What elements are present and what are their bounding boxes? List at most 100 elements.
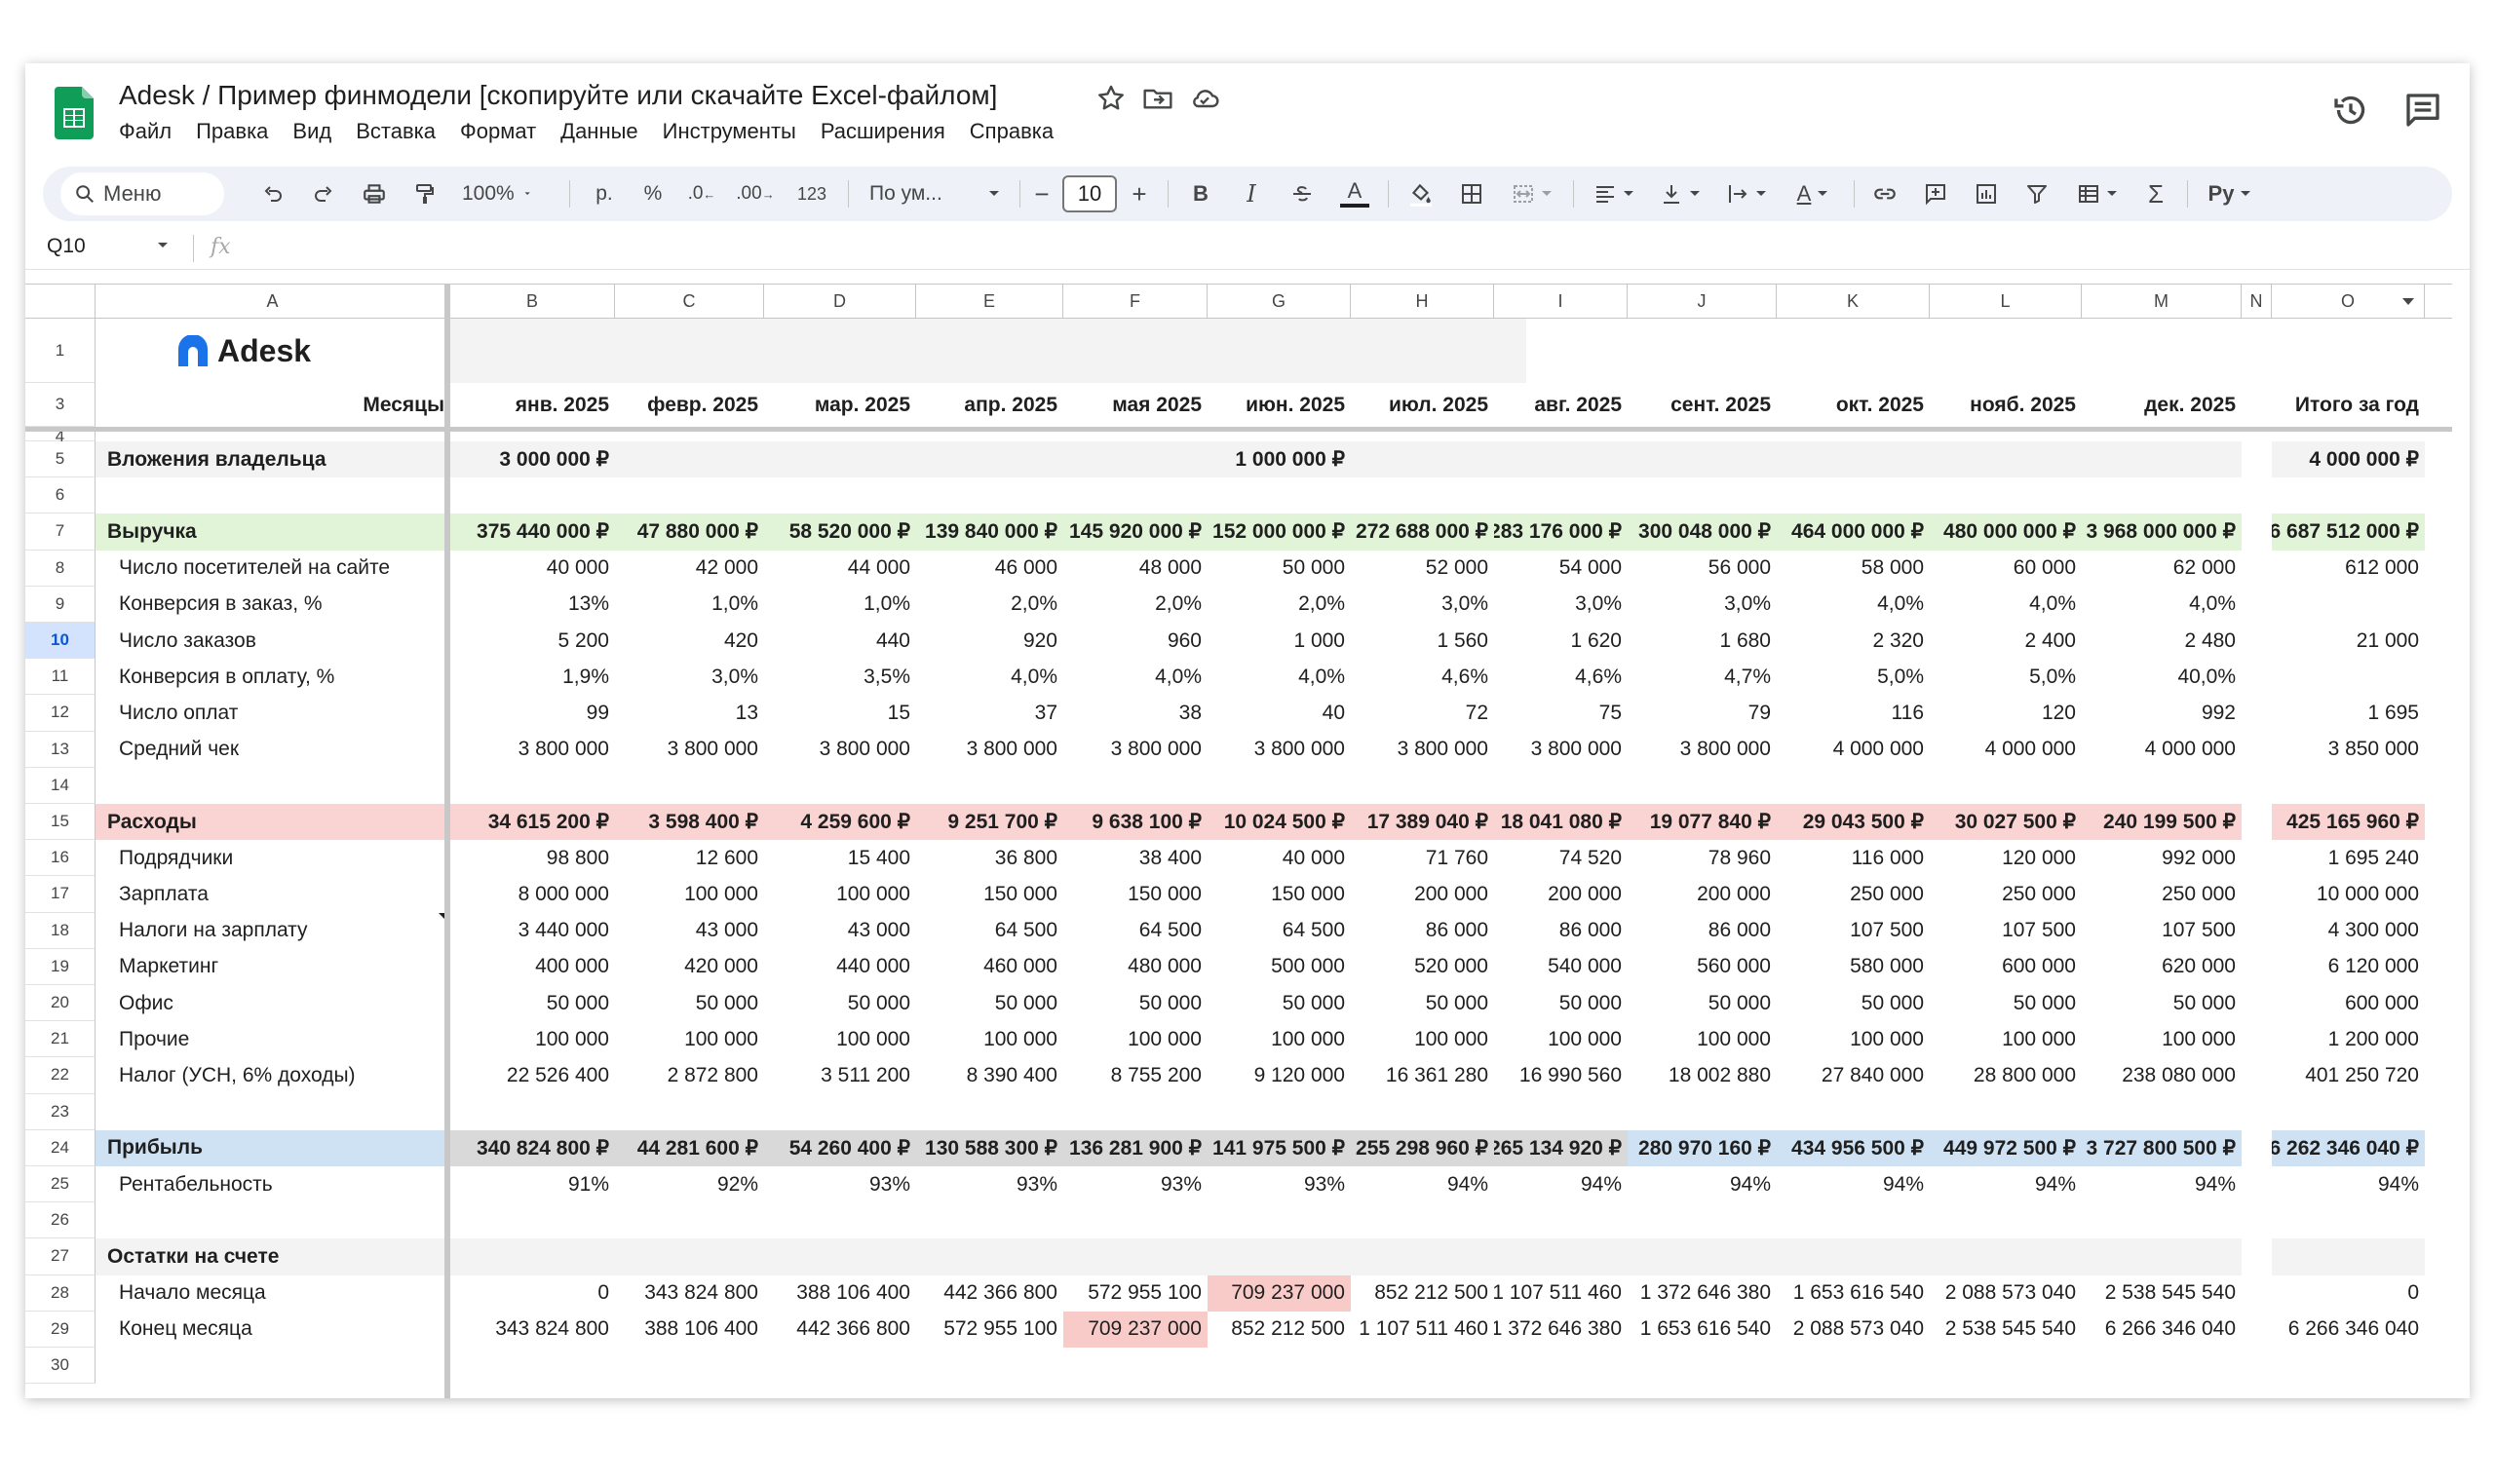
row-label[interactable]: Налог (УСН, 6% доходы) bbox=[96, 1057, 450, 1093]
grid-cell-b19[interactable]: 400 000 bbox=[450, 949, 615, 985]
grid-cell-l8[interactable]: 60 000 bbox=[1930, 551, 2082, 587]
grid-cell-k8[interactable]: 58 000 bbox=[1777, 551, 1930, 587]
column-header-d[interactable]: D bbox=[764, 285, 916, 319]
row-label[interactable]: Вложения владельца bbox=[96, 441, 450, 478]
grid-cell-h8[interactable]: 52 000 bbox=[1351, 551, 1494, 587]
grid-cell-h3[interactable]: июл. 2025 bbox=[1351, 383, 1494, 427]
row-label[interactable]: Месяцы bbox=[96, 383, 450, 427]
grid-cell-m18[interactable]: 107 500 bbox=[2082, 913, 2242, 949]
row-header[interactable]: 15 bbox=[25, 804, 96, 841]
grid-cell-b20[interactable]: 50 000 bbox=[450, 985, 615, 1021]
grid-cell-g24[interactable]: 141 975 500 ₽ bbox=[1208, 1129, 1351, 1166]
select-all-corner[interactable] bbox=[25, 285, 96, 319]
grid-cell-i29[interactable]: 1 372 646 380 bbox=[1494, 1312, 1628, 1348]
grid-cell-n22[interactable] bbox=[2242, 1057, 2272, 1093]
grid-cell-h24[interactable]: 255 298 960 ₽ bbox=[1351, 1129, 1494, 1166]
menu-insert[interactable]: Вставка bbox=[356, 119, 436, 144]
grid-cell-b12[interactable]: 99 bbox=[450, 695, 615, 731]
row-header[interactable]: 12 bbox=[25, 695, 96, 732]
grid-cell-i27[interactable] bbox=[1494, 1238, 1628, 1275]
row-header[interactable]: 3 bbox=[25, 383, 96, 427]
grid-cell-l25[interactable]: 94% bbox=[1930, 1166, 2082, 1202]
insert-comment-button[interactable] bbox=[1918, 167, 1953, 221]
grid-cell-m8[interactable]: 62 000 bbox=[2082, 551, 2242, 587]
grid-cell-j20[interactable]: 50 000 bbox=[1628, 985, 1777, 1021]
grid-cell-o28[interactable]: 0 bbox=[2272, 1275, 2425, 1312]
chevron-down-icon[interactable] bbox=[2402, 298, 2414, 305]
borders-button[interactable] bbox=[1454, 167, 1489, 221]
grid-cell-l15[interactable]: 30 027 500 ₽ bbox=[1930, 804, 2082, 841]
grid-cell-c5[interactable] bbox=[615, 441, 764, 478]
grid-cell-j27[interactable] bbox=[1628, 1238, 1777, 1275]
grid-cell-l12[interactable]: 120 bbox=[1930, 695, 2082, 731]
row-header[interactable]: 10 bbox=[25, 623, 96, 660]
grid-cell-g10[interactable]: 1 000 bbox=[1208, 623, 1351, 659]
grid-cell-h11[interactable]: 4,6% bbox=[1351, 659, 1494, 695]
bold-button[interactable]: B bbox=[1183, 167, 1218, 221]
grid-cell-g11[interactable]: 4,0% bbox=[1208, 659, 1351, 695]
row-label[interactable]: Маркетинг bbox=[96, 949, 450, 985]
grid-cell-n28[interactable] bbox=[2242, 1275, 2272, 1312]
grid-cell-h20[interactable]: 50 000 bbox=[1351, 985, 1494, 1021]
grid-cell-l22[interactable]: 28 800 000 bbox=[1930, 1057, 2082, 1093]
grid-cell-d22[interactable]: 3 511 200 bbox=[764, 1057, 916, 1093]
grid-cell-c18[interactable]: 43 000 bbox=[615, 913, 764, 949]
grid-cell-i9[interactable]: 3,0% bbox=[1494, 587, 1628, 623]
grid-cell-m11[interactable]: 40,0% bbox=[2082, 659, 2242, 695]
grid-cell-e7[interactable]: 139 840 000 ₽ bbox=[916, 514, 1063, 551]
grid-cell-k22[interactable]: 27 840 000 bbox=[1777, 1057, 1930, 1093]
grid-cell-o17[interactable]: 10 000 000 bbox=[2272, 876, 2425, 912]
grid-cell-g20[interactable]: 50 000 bbox=[1208, 985, 1351, 1021]
grid-cell-o22[interactable]: 401 250 720 bbox=[2272, 1057, 2425, 1093]
cloud-saved-icon[interactable] bbox=[1189, 83, 1220, 114]
row-label[interactable]: Конверсия в оплату, % bbox=[96, 659, 450, 695]
grid-cell-k11[interactable]: 5,0% bbox=[1777, 659, 1930, 695]
grid-cell-k16[interactable]: 116 000 bbox=[1777, 840, 1930, 876]
grid-cell-l17[interactable]: 250 000 bbox=[1930, 876, 2082, 912]
grid-cell-i18[interactable]: 86 000 bbox=[1494, 913, 1628, 949]
grid-cell-i13[interactable]: 3 800 000 bbox=[1494, 732, 1628, 768]
grid-cell-g8[interactable]: 50 000 bbox=[1208, 551, 1351, 587]
grid-cell-m21[interactable]: 100 000 bbox=[2082, 1021, 2242, 1057]
filter-button[interactable] bbox=[2019, 167, 2054, 221]
grid-cell-d11[interactable]: 3,5% bbox=[764, 659, 916, 695]
row-header[interactable]: 21 bbox=[25, 1021, 96, 1058]
row-label[interactable]: Конверсия в заказ, % bbox=[96, 587, 450, 623]
vertical-align-button[interactable] bbox=[1653, 167, 1708, 221]
grid-cell-c9[interactable]: 1,0% bbox=[615, 587, 764, 623]
grid-cell-l29[interactable]: 2 538 545 540 bbox=[1930, 1312, 2082, 1348]
grid-cell-k15[interactable]: 29 043 500 ₽ bbox=[1777, 804, 1930, 841]
merge-cells-button[interactable] bbox=[1505, 167, 1559, 221]
comments-icon[interactable] bbox=[2403, 91, 2442, 130]
grid-cell-n21[interactable] bbox=[2242, 1021, 2272, 1057]
grid-cell-j24[interactable]: 280 970 160 ₽ bbox=[1628, 1129, 1777, 1166]
menu-view[interactable]: Вид bbox=[292, 119, 331, 144]
grid-cell-o29[interactable]: 6 266 346 040 bbox=[2272, 1312, 2425, 1348]
row-label[interactable]: Рентабельность bbox=[96, 1166, 450, 1202]
menu-tools[interactable]: Инструменты bbox=[663, 119, 796, 144]
grid-cell-k27[interactable] bbox=[1777, 1238, 1930, 1275]
grid-cell-e24[interactable]: 130 588 300 ₽ bbox=[916, 1129, 1063, 1166]
name-box[interactable]: Q10 bbox=[47, 235, 86, 258]
grid-cell-m10[interactable]: 2 480 bbox=[2082, 623, 2242, 659]
grid-cell-b21[interactable]: 100 000 bbox=[450, 1021, 615, 1057]
column-header-h[interactable]: H bbox=[1351, 285, 1494, 319]
grid-cell-j7[interactable]: 300 048 000 ₽ bbox=[1628, 514, 1777, 551]
grid-cell-b5[interactable]: 3 000 000 ₽ bbox=[450, 441, 615, 478]
grid-cell-b24[interactable]: 340 824 800 ₽ bbox=[450, 1129, 615, 1166]
grid-cell-g19[interactable]: 500 000 bbox=[1208, 949, 1351, 985]
grid-cell-e13[interactable]: 3 800 000 bbox=[916, 732, 1063, 768]
grid-cell-j15[interactable]: 19 077 840 ₽ bbox=[1628, 804, 1777, 841]
more-formats-button[interactable]: 123 bbox=[789, 167, 834, 221]
grid-cell-f22[interactable]: 8 755 200 bbox=[1063, 1057, 1208, 1093]
grid-cell-l11[interactable]: 5,0% bbox=[1930, 659, 2082, 695]
grid-cell-j12[interactable]: 79 bbox=[1628, 695, 1777, 731]
print-button[interactable] bbox=[357, 167, 392, 221]
grid-cell-o12[interactable]: 1 695 bbox=[2272, 695, 2425, 731]
grid-cell-l3[interactable]: нояб. 2025 bbox=[1930, 383, 2082, 427]
grid-cell-c15[interactable]: 3 598 400 ₽ bbox=[615, 804, 764, 841]
grid-cell-f7[interactable]: 145 920 000 ₽ bbox=[1063, 514, 1208, 551]
grid-cell-m27[interactable] bbox=[2082, 1238, 2242, 1275]
row-header[interactable]: 4 bbox=[25, 427, 96, 445]
horizontal-align-button[interactable] bbox=[1587, 167, 1641, 221]
